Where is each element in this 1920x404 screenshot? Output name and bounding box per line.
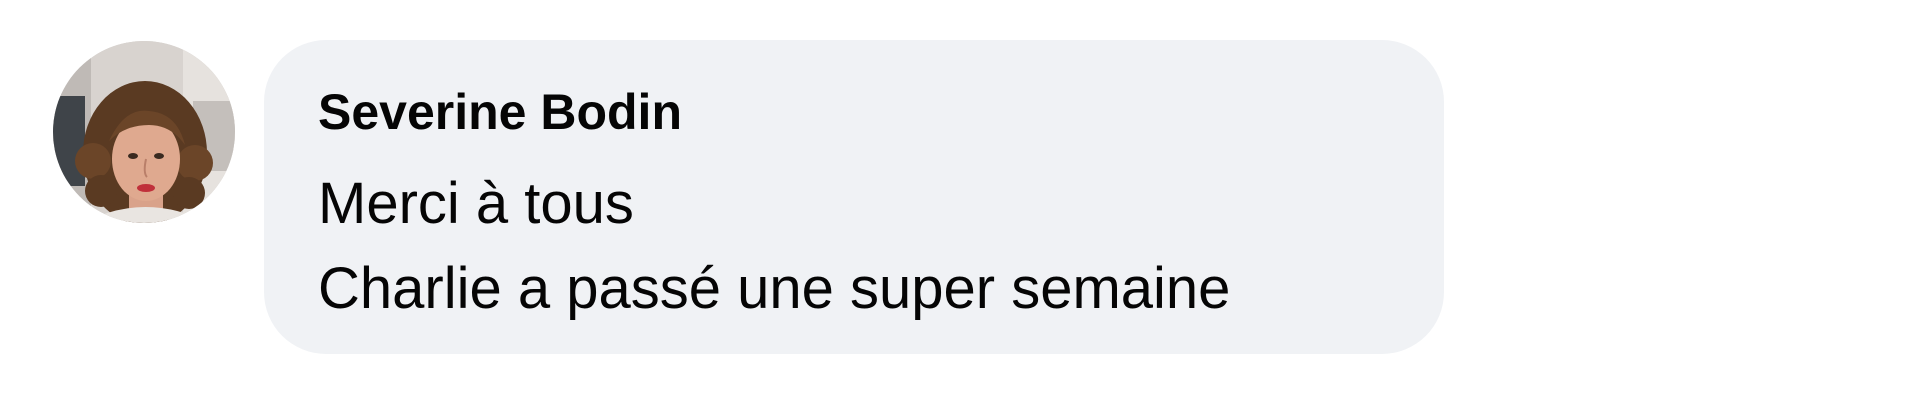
comment-author-name[interactable]: Severine Bodin [318,82,682,142]
comment-text-line-2: Charlie a passé une super semaine [318,256,1231,321]
comment-text-line-1: Merci à tous [318,171,634,236]
avatar[interactable] [53,41,235,223]
comment: Severine Bodin Merci à tous Charlie a pa… [0,0,1920,404]
profile-photo-icon [53,41,235,223]
comment-bubble: Severine Bodin Merci à tous Charlie a pa… [264,40,1444,354]
